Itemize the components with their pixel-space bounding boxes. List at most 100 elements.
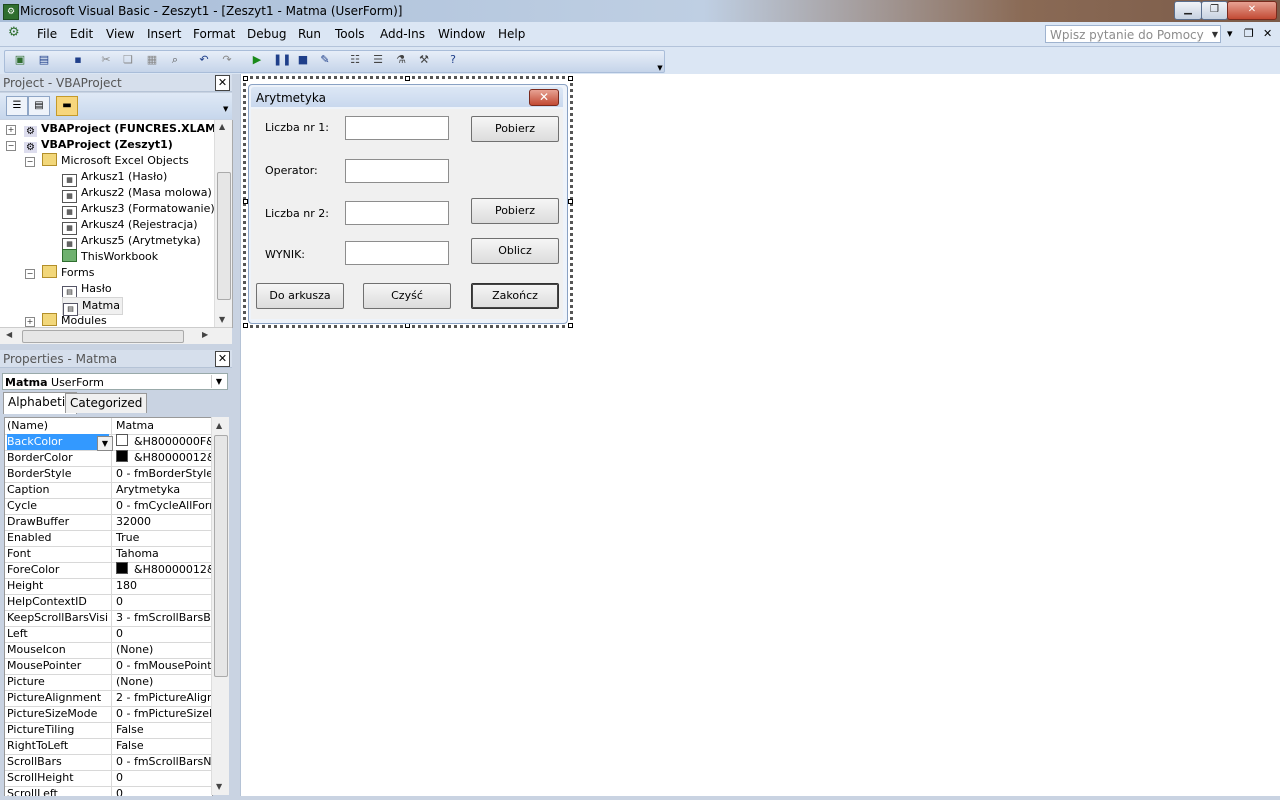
menu-format[interactable]: Format [193, 27, 235, 41]
mdi-close-icon[interactable]: ✕ [1263, 27, 1272, 40]
property-row[interactable]: ForeColor &H80000012& [5, 562, 212, 579]
property-row[interactable]: Cycle 0 - fmCycleAllForms [5, 498, 212, 515]
property-value[interactable]: &H80000012& [111, 450, 211, 466]
menu-edit[interactable]: Edit [70, 27, 93, 41]
tree-item-zeszyt1[interactable]: ⚙ VBAProject (Zeszyt1) [24, 137, 173, 153]
property-row[interactable]: RightToLeft False [5, 738, 212, 755]
property-row[interactable]: Font Tahoma [5, 546, 212, 563]
view-object-icon[interactable]: ▤ [28, 96, 50, 116]
property-value[interactable]: 32000 [111, 514, 211, 530]
tree-item-modules[interactable]: Modules [42, 313, 107, 328]
property-value[interactable]: 0 - fmBorderStyleNone [111, 466, 211, 482]
property-row[interactable]: PictureTiling False [5, 722, 212, 739]
tree-item-form-haslo[interactable]: ▤ Hasło [62, 281, 112, 299]
help-search-input[interactable]: Wpisz pytanie do Pomocy ▼ [1045, 25, 1221, 43]
property-value[interactable]: 0 [111, 770, 211, 786]
scroll-up-icon[interactable]: ▲ [216, 421, 222, 430]
find-icon[interactable]: ⌕ [168, 53, 182, 67]
property-value[interactable]: 3 - fmScrollBarsBoth [111, 610, 211, 626]
expand-icon[interactable]: + [6, 125, 16, 135]
property-value[interactable]: 0 - fmCycleAllForms [111, 498, 211, 514]
pobierz1-button[interactable]: Pobierz [471, 116, 559, 142]
menu-help[interactable]: Help [498, 27, 525, 41]
close-button[interactable]: ✕ [1227, 1, 1277, 20]
restore-button[interactable]: ❐ [1201, 1, 1228, 20]
resize-handle[interactable] [568, 76, 573, 81]
pobierz2-button[interactable]: Pobierz [471, 198, 559, 224]
undo-icon[interactable]: ↶ [197, 53, 211, 67]
view-code-icon[interactable]: ☰ [6, 96, 28, 116]
tree-item-funcres[interactable]: ⚙ VBAProject (FUNCRES.XLAM) [24, 121, 221, 137]
do-arkusza-button[interactable]: Do arkusza [256, 283, 344, 309]
property-row[interactable]: MousePointer 0 - fmMousePointerDefault [5, 658, 212, 675]
property-value[interactable]: 2 - fmPictureAlignmentCenter [111, 690, 211, 706]
mdi-minimize-icon[interactable]: ▾ [1227, 27, 1233, 40]
design-mode-icon[interactable]: ✎ [318, 53, 332, 67]
reset-icon[interactable]: ■ [296, 53, 310, 67]
tree-item-arkusz1[interactable]: ▦ Arkusz1 (Hasło) [62, 169, 167, 187]
menu-run[interactable]: Run [298, 27, 321, 41]
property-value[interactable]: 0 - fmScrollBarsNone [111, 754, 211, 770]
scroll-thumb[interactable] [217, 172, 231, 300]
properties-window-icon[interactable]: ☰ [371, 53, 385, 67]
chevron-down-icon[interactable]: ▼ [97, 436, 113, 451]
tree-item-thisworkbook[interactable]: ThisWorkbook [62, 249, 158, 265]
properties-vertical-scrollbar[interactable]: ▲ ▼ [211, 417, 229, 795]
scroll-thumb[interactable] [22, 330, 184, 343]
redo-icon[interactable]: ↷ [220, 53, 234, 67]
help-icon[interactable]: ? [446, 53, 460, 67]
property-row[interactable]: BorderStyle 0 - fmBorderStyleNone [5, 466, 212, 483]
object-select[interactable]: Matma UserForm ▼ [2, 373, 228, 390]
property-value[interactable]: (None) [111, 674, 211, 690]
copy-icon[interactable]: ❏ [121, 53, 135, 67]
cut-icon[interactable]: ✂ [99, 53, 113, 67]
project-vertical-scrollbar[interactable]: ▲ ▼ [214, 120, 232, 328]
resize-handle[interactable] [568, 323, 573, 328]
property-value[interactable]: 0 - fmPictureSizeModeClip [111, 706, 211, 722]
paste-icon[interactable]: ▦ [145, 53, 159, 67]
property-value[interactable]: True [111, 530, 211, 546]
property-value[interactable]: (None) [111, 642, 211, 658]
property-value[interactable]: 0 - fmMousePointerDefault [111, 658, 211, 674]
property-value[interactable]: Arytmetyka [111, 482, 211, 498]
close-icon[interactable]: ✕ [215, 351, 230, 367]
collapse-icon[interactable]: − [25, 157, 35, 167]
excel-view-icon[interactable]: ▣ [13, 53, 27, 67]
textbox-operator[interactable] [345, 159, 449, 183]
scroll-down-icon[interactable]: ▼ [219, 315, 225, 324]
property-value[interactable]: 180 [111, 578, 211, 594]
vba-menu-icon[interactable]: ⚙ [8, 25, 20, 40]
close-icon[interactable]: ✕ [529, 89, 559, 106]
object-browser-icon[interactable]: ⚗ [394, 53, 408, 67]
collapse-icon[interactable]: − [25, 269, 35, 279]
menu-add-ins[interactable]: Add-Ins [380, 27, 425, 41]
resize-handle[interactable] [568, 199, 573, 204]
menu-debug[interactable]: Debug [247, 27, 286, 41]
toolbox-icon[interactable]: ⚒ [417, 53, 431, 67]
menu-view[interactable]: View [106, 27, 134, 41]
tree-item-arkusz4[interactable]: ▦ Arkusz4 (Rejestracja) [62, 217, 198, 235]
tab-categorized[interactable]: Categorized [65, 393, 148, 413]
property-row[interactable]: DrawBuffer 32000 [5, 514, 212, 531]
tree-item-excel-objects[interactable]: Microsoft Excel Objects [42, 153, 189, 169]
zakoncz-button[interactable]: Zakończ [471, 283, 559, 309]
resize-handle[interactable] [405, 76, 410, 81]
scroll-left-icon[interactable]: ◀ [6, 330, 12, 339]
property-row[interactable]: MouseIcon (None) [5, 642, 212, 659]
project-horizontal-scrollbar[interactable]: ◀ ▶ [0, 327, 232, 344]
save-icon[interactable]: ▪ [71, 53, 85, 67]
property-value[interactable]: &H8000000F& [111, 434, 211, 450]
tree-item-arkusz3[interactable]: ▦ Arkusz3 (Formatowanie) [62, 201, 215, 219]
minimize-button[interactable]: ▁ [1174, 1, 1202, 20]
property-value[interactable]: False [111, 722, 211, 738]
collapse-icon[interactable]: − [6, 141, 16, 151]
property-row[interactable]: KeepScrollBarsVisible3 - fmScrollBarsBot… [5, 610, 212, 627]
menu-file[interactable]: File [37, 27, 57, 41]
property-row[interactable]: Picture (None) [5, 674, 212, 691]
userform-matma[interactable]: Arytmetyka ✕ Liczba nr 1: Pobierz Operat… [248, 84, 568, 324]
scroll-down-icon[interactable]: ▼ [216, 782, 222, 791]
menu-tools[interactable]: Tools [335, 27, 365, 41]
tree-item-arkusz5[interactable]: ▦ Arkusz5 (Arytmetyka) [62, 233, 201, 251]
resize-handle[interactable] [243, 76, 248, 81]
expand-icon[interactable]: + [25, 317, 35, 327]
